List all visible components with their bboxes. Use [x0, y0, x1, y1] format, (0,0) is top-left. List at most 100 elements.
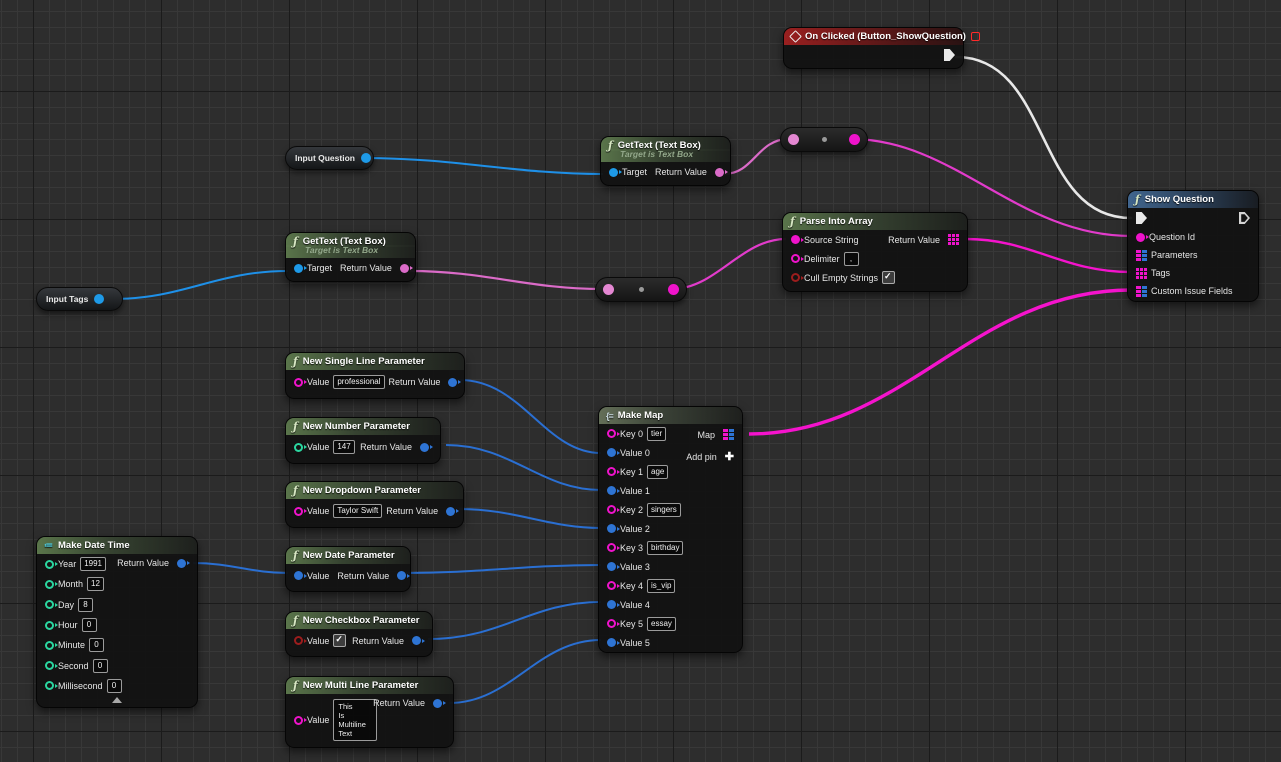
value-pin[interactable]	[294, 636, 303, 645]
hour-pin[interactable]	[45, 621, 54, 630]
question-id-pin[interactable]	[1136, 233, 1145, 242]
key0-field[interactable]: tier	[647, 427, 666, 441]
key0-pin[interactable]	[607, 429, 616, 438]
cull-empty-strings-pin[interactable]	[791, 273, 800, 282]
reroute-in-pin[interactable]	[788, 134, 799, 145]
wire-reroute2-sourcestring[interactable]	[672, 239, 786, 289]
wire-date-value3[interactable]	[405, 565, 601, 573]
value-field[interactable]: 147	[333, 440, 354, 454]
parameters-map-pin[interactable]	[1136, 250, 1147, 261]
target-pin[interactable]	[294, 264, 303, 273]
delimiter-pin[interactable]	[791, 254, 800, 263]
key2-field[interactable]: singers	[647, 503, 681, 517]
cull-empty-strings-checkbox[interactable]	[882, 271, 895, 284]
wire-makedatetime-datevalue[interactable]	[193, 563, 288, 573]
day-pin[interactable]	[45, 600, 54, 609]
var-input-question[interactable]: Input Question	[285, 146, 374, 170]
node-gettext-tags[interactable]: ƒ GetText (Text Box) Target is Text Box …	[285, 232, 416, 282]
millisecond-pin[interactable]	[45, 681, 54, 690]
wire-inputquestion-gettext-target[interactable]	[364, 158, 603, 174]
return-value-pin[interactable]	[400, 264, 409, 273]
hour-field[interactable]: 0	[82, 618, 97, 632]
value-field[interactable]: Taylor Swift	[333, 504, 382, 518]
value-checkbox[interactable]	[333, 634, 346, 647]
month-pin[interactable]	[45, 580, 54, 589]
year-field[interactable]: 1991	[80, 557, 106, 571]
month-field[interactable]: 12	[87, 577, 104, 591]
reroute-node[interactable]	[595, 277, 687, 302]
exec-in-pin[interactable]	[1136, 212, 1147, 224]
key1-pin[interactable]	[607, 467, 616, 476]
key5-field[interactable]: essay	[647, 617, 676, 631]
wire-gettext2-reroute2[interactable]	[410, 271, 602, 289]
node-new-multi-line-parameter[interactable]: ƒ New Multi Line Parameter Value This Is…	[285, 676, 454, 748]
key1-field[interactable]: age	[647, 465, 668, 479]
exec-out-pin[interactable]	[1239, 212, 1250, 224]
node-new-dropdown-parameter[interactable]: ƒ New Dropdown Parameter Value Taylor Sw…	[285, 481, 464, 528]
key4-field[interactable]: is_vip	[647, 579, 675, 593]
day-field[interactable]: 8	[78, 598, 93, 612]
year-pin[interactable]	[45, 560, 54, 569]
return-value-pin[interactable]	[715, 168, 724, 177]
output-pin[interactable]	[361, 153, 371, 163]
wire-number-value1[interactable]	[446, 445, 601, 490]
delegate-pin-icon[interactable]	[971, 32, 980, 41]
wire-parsearray-tags[interactable]	[966, 239, 1131, 272]
node-new-number-parameter[interactable]: ƒ New Number Parameter Value 147 Return …	[285, 417, 441, 464]
custom-issue-fields-map-pin[interactable]	[1136, 286, 1147, 297]
value-pin[interactable]	[294, 443, 303, 452]
node-on-clicked[interactable]: On Clicked (Button_ShowQuestion)	[783, 27, 964, 69]
graph-canvas[interactable]: On Clicked (Button_ShowQuestion) ƒ GetTe…	[0, 0, 1281, 762]
exec-out-pin[interactable]	[944, 49, 955, 61]
var-input-tags[interactable]: Input Tags	[36, 287, 123, 311]
value4-pin[interactable]	[607, 600, 616, 609]
wire-exec-onclicked-showquestion[interactable]	[956, 57, 1131, 218]
node-gettext-question[interactable]: ƒ GetText (Text Box) Target is Text Box …	[600, 136, 731, 186]
node-show-question[interactable]: ƒ Show Question Question Id Parameters T…	[1127, 190, 1259, 302]
value5-pin[interactable]	[607, 638, 616, 647]
add-pin-button[interactable]: Add pin ✚	[682, 452, 734, 462]
key5-pin[interactable]	[607, 619, 616, 628]
value-field[interactable]: professional	[333, 375, 384, 389]
second-pin[interactable]	[45, 661, 54, 670]
output-pin[interactable]	[94, 294, 104, 304]
value3-pin[interactable]	[607, 562, 616, 571]
reroute-out-pin[interactable]	[849, 134, 860, 145]
wire-gettext1-reroute1[interactable]	[724, 139, 789, 174]
value0-pin[interactable]	[607, 448, 616, 457]
node-parse-into-array[interactable]: ƒ Parse Into Array Source String Return …	[782, 212, 968, 292]
key4-pin[interactable]	[607, 581, 616, 590]
node-new-date-parameter[interactable]: ƒ New Date Parameter Value Return Value	[285, 546, 411, 592]
node-make-map[interactable]: {≡ Make Map Key 0tier Value 0 Key 1age V…	[598, 406, 743, 653]
minute-field[interactable]: 0	[89, 638, 104, 652]
return-value-pin[interactable]	[420, 443, 429, 452]
minute-pin[interactable]	[45, 641, 54, 650]
return-value-pin[interactable]	[448, 378, 457, 387]
reroute-out-pin[interactable]	[668, 284, 679, 295]
wire-makemap-customissuefields[interactable]	[749, 290, 1131, 434]
key3-pin[interactable]	[607, 543, 616, 552]
source-string-pin[interactable]	[791, 235, 800, 244]
wire-singleline-value0[interactable]	[460, 380, 601, 453]
tags-array-pin[interactable]	[1136, 268, 1147, 279]
key2-pin[interactable]	[607, 505, 616, 514]
collapse-arrow-icon[interactable]	[112, 697, 122, 703]
value-pin[interactable]	[294, 571, 303, 580]
return-array-pin[interactable]	[948, 234, 959, 245]
map-out-pin[interactable]	[723, 429, 734, 440]
return-value-pin[interactable]	[177, 559, 186, 568]
delimiter-field[interactable]: ,	[844, 252, 859, 266]
node-make-date-time[interactable]: ≔ Make Date Time Year 1991 Month 12 Day …	[36, 536, 198, 708]
target-pin[interactable]	[609, 168, 618, 177]
return-value-pin[interactable]	[397, 571, 406, 580]
wire-dropdown-value2[interactable]	[459, 509, 601, 528]
millisecond-field[interactable]: 0	[107, 679, 122, 693]
value-pin[interactable]	[294, 507, 303, 516]
second-field[interactable]: 0	[93, 659, 108, 673]
value2-pin[interactable]	[607, 524, 616, 533]
value1-pin[interactable]	[607, 486, 616, 495]
reroute-in-pin[interactable]	[603, 284, 614, 295]
return-value-pin[interactable]	[412, 636, 421, 645]
reroute-node[interactable]	[780, 127, 868, 152]
key3-field[interactable]: birthday	[647, 541, 683, 555]
